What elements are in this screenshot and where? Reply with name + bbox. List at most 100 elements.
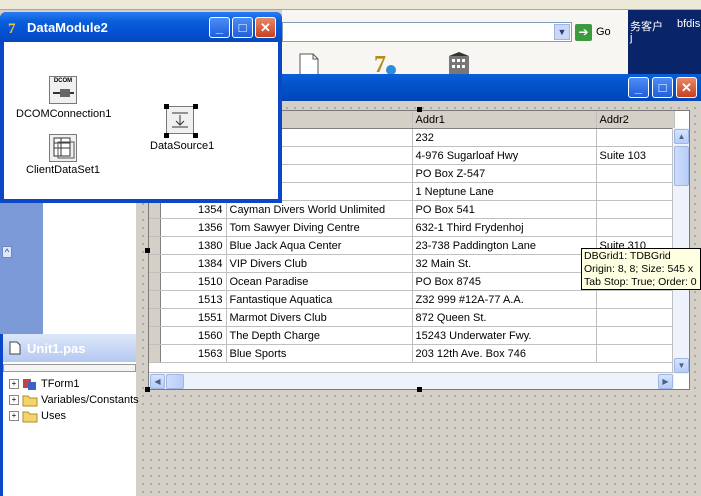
expand-icon[interactable]: + (9, 379, 19, 389)
cell-addr2[interactable] (596, 326, 675, 345)
table-row[interactable]: 1354 Cayman Divers World Unlimited PO Box … (149, 200, 675, 219)
cell-custno[interactable]: 1510 (160, 272, 227, 291)
svg-text:7: 7 (8, 21, 16, 35)
close-button[interactable]: ✕ (255, 17, 276, 38)
close-button[interactable]: ✕ (676, 77, 697, 98)
folder-icon (22, 395, 38, 407)
minimize-button[interactable]: _ (628, 77, 649, 98)
cell-addr2[interactable] (596, 128, 675, 147)
cell-addr1[interactable]: Z32 999 #12A-77 A.A. (412, 290, 597, 309)
delphi-app-icon: 7 (8, 21, 16, 35)
unit-explorer-window[interactable]: Unit1.pas + TForm1 + Variables/Constants… (0, 334, 139, 496)
row-indicator (149, 326, 161, 345)
cell-company[interactable]: Cayman Divers World Unlimited (226, 200, 413, 219)
collapse-up-icon[interactable]: ^ (2, 246, 12, 258)
data-source-icon[interactable] (166, 106, 194, 134)
cell-addr2[interactable] (596, 290, 675, 309)
selection-handle[interactable] (417, 107, 422, 112)
unit-titlebar[interactable]: Unit1.pas (3, 334, 136, 362)
selection-handle[interactable] (417, 387, 422, 392)
cell-company[interactable]: Blue Jack Aqua Center (226, 236, 413, 255)
datamodule-titlebar[interactable]: 7 DataModule2 _ □ ✕ (0, 12, 282, 42)
cell-addr1[interactable]: 4-976 Sugarloaf Hwy (412, 146, 597, 165)
cell-addr1[interactable]: PO Box 541 (412, 200, 597, 219)
cell-company[interactable]: Tom Sawyer Diving Centre (226, 218, 413, 237)
table-row[interactable]: 1513 Fantastique Aquatica Z32 999 #12A-77 … (149, 290, 675, 309)
cell-addr1[interactable]: PO Box 8745 (412, 272, 597, 291)
cell-custno[interactable]: 1551 (160, 308, 227, 327)
building-icon[interactable] (446, 50, 472, 76)
cell-addr2[interactable]: Suite 103 (596, 146, 675, 165)
column-header-addr1[interactable]: Addr1 (412, 111, 597, 129)
cell-custno[interactable]: 1513 (160, 290, 227, 309)
horizontal-scroll-thumb[interactable] (166, 374, 184, 389)
column-header-addr2[interactable]: Addr2 (596, 111, 675, 129)
cell-addr1[interactable]: 203 12th Ave. Box 746 (412, 344, 597, 363)
cell-addr2[interactable] (596, 308, 675, 327)
cell-addr2[interactable] (596, 344, 675, 363)
minimize-button[interactable]: _ (209, 17, 230, 38)
go-button[interactable]: ➔ Go (574, 22, 626, 42)
cell-company[interactable]: The Depth Charge (226, 326, 413, 345)
table-row[interactable]: 1356 Tom Sawyer Diving Centre 632-1 Third … (149, 218, 675, 237)
cell-custno[interactable]: 1354 (160, 200, 227, 219)
cell-custno[interactable]: 1384 (160, 254, 227, 273)
cell-company[interactable]: Ocean Paradise (226, 272, 413, 291)
cell-addr1[interactable]: 232 (412, 128, 597, 147)
datamodule-design-surface[interactable]: DCOM DCOMConnection1 ClientDataSet1 Data… (4, 42, 278, 199)
selection-handle[interactable] (164, 104, 169, 109)
selection-handle[interactable] (193, 133, 198, 138)
cell-addr2[interactable] (596, 200, 675, 219)
cell-addr1[interactable]: 15243 Underwater Fwy. (412, 326, 597, 345)
cell-addr2[interactable] (596, 164, 675, 183)
expand-icon[interactable]: + (9, 395, 19, 405)
delphi-logo-icon[interactable]: 7 (372, 50, 398, 76)
expand-icon[interactable]: + (9, 411, 19, 421)
data-arrows-icon (172, 112, 188, 128)
cell-custno[interactable]: 1563 (160, 344, 227, 363)
datamodule-window[interactable]: 7 DataModule2 _ □ ✕ DCOM DCOMConnection1… (0, 12, 282, 203)
maximize-button[interactable]: □ (232, 17, 253, 38)
selection-handle[interactable] (145, 387, 150, 392)
dcom-connection-icon[interactable]: DCOM (49, 76, 77, 104)
unit-splitter[interactable] (3, 364, 136, 372)
table-row[interactable]: 1563 Blue Sports 203 12th Ave. Box 746 (149, 344, 675, 363)
selection-handle[interactable] (164, 133, 169, 138)
cell-company[interactable]: Blue Sports (226, 344, 413, 363)
cell-addr1[interactable]: 872 Queen St. (412, 308, 597, 327)
cell-addr1[interactable]: PO Box Z-547 (412, 164, 597, 183)
datamodule-title: DataModule2 (27, 20, 108, 35)
maximize-button[interactable]: □ (652, 77, 673, 98)
tree-item-tform1[interactable]: + TForm1 (9, 376, 80, 392)
client-dataset-icon[interactable] (49, 134, 77, 162)
cell-addr1[interactable]: 32 Main St. (412, 254, 597, 273)
unit-title-text: Unit1.pas (27, 341, 86, 356)
grid-horizontal-scrollbar[interactable]: ◀ ▶ (149, 372, 674, 389)
cell-addr1[interactable]: 632-1 Third Frydenhoj (412, 218, 597, 237)
chevron-down-icon[interactable]: ▼ (554, 24, 570, 40)
scroll-up-icon[interactable]: ▲ (674, 129, 689, 144)
cell-addr2[interactable] (596, 182, 675, 201)
cell-addr2[interactable] (596, 218, 675, 237)
scroll-right-icon[interactable]: ▶ (658, 374, 673, 389)
tree-item-uses[interactable]: + Uses (9, 408, 66, 424)
vertical-scroll-thumb[interactable] (674, 146, 689, 186)
cell-custno[interactable]: 1560 (160, 326, 227, 345)
plug-icon (53, 89, 74, 97)
cell-custno[interactable]: 1380 (160, 236, 227, 255)
cell-addr1[interactable]: 23-738 Paddington Lane (412, 236, 597, 255)
selection-handle[interactable] (193, 104, 198, 109)
address-combobox[interactable]: ▼ (282, 22, 572, 42)
selection-handle[interactable] (145, 248, 150, 253)
tree-item-variables[interactable]: + Variables/Constants (9, 392, 139, 408)
cell-custno[interactable]: 1356 (160, 218, 227, 237)
table-row[interactable]: 1560 The Depth Charge 15243 Underwater Fwy… (149, 326, 675, 345)
cell-addr1[interactable]: 1 Neptune Lane (412, 182, 597, 201)
scroll-down-icon[interactable]: ▼ (674, 358, 689, 373)
cell-company[interactable]: Marmot Divers Club (226, 308, 413, 327)
scroll-left-icon[interactable]: ◀ (150, 374, 165, 389)
table-row[interactable]: 1551 Marmot Divers Club 872 Queen St. (149, 308, 675, 327)
cell-company[interactable]: Fantastique Aquatica (226, 290, 413, 309)
tree-item-label: Variables/Constants (41, 394, 139, 406)
cell-company[interactable]: VIP Divers Club (226, 254, 413, 273)
